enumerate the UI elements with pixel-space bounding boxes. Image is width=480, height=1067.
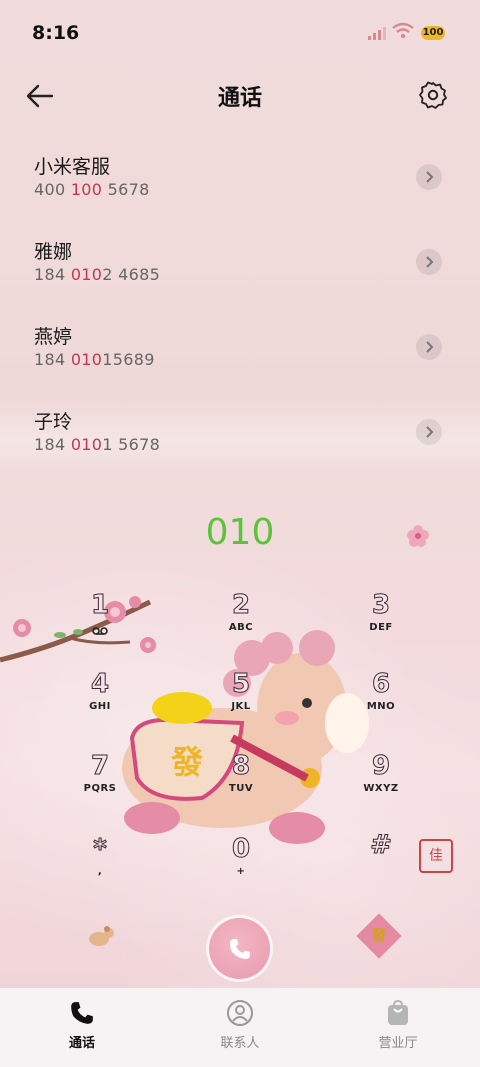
key-5[interactable]: 5 JKL [196,669,286,713]
contact-name: 燕婷 [34,326,73,348]
voicemail-icon [92,627,108,635]
contact-number: 184 01015689 [34,350,155,369]
recent-calls-list: 小米客服 400 100 5678 雅娜 184 0102 4685 燕婷 18… [0,140,480,480]
key-4[interactable]: 4 GHI [55,669,145,713]
contact-number: 184 0102 4685 [34,265,161,284]
key-6[interactable]: 6 MNO [336,669,426,713]
chevron-right-icon [426,341,434,353]
header: 通话 [0,70,480,120]
detail-button[interactable] [416,249,442,275]
key-9[interactable]: 9 WXYZ [336,751,426,795]
mini-horse-icon [89,926,114,946]
chevron-right-icon [426,171,434,183]
key-star[interactable]: *, [55,834,145,878]
contact-name: 雅娜 [34,241,73,263]
detail-button[interactable] [416,419,442,445]
page-title: 通话 [217,86,262,111]
bottom-navigation: 通话 联系人 营业厅 [0,988,480,1067]
list-item[interactable]: 子玲 184 0101 5678 [0,395,480,480]
tab-calls[interactable]: 通话 [32,998,132,1051]
tab-contacts[interactable]: 联系人 [190,998,290,1051]
signal-icon [368,26,386,40]
contact-number: 184 0101 5678 [34,435,161,454]
key-0[interactable]: 0 + [196,834,286,878]
phone-icon [71,1002,93,1024]
key-1[interactable]: 1 [55,590,145,639]
key-hash[interactable]: # [336,830,426,862]
call-button[interactable] [209,918,270,979]
list-item[interactable]: 雅娜 184 0102 4685 [0,225,480,310]
list-item[interactable]: 燕婷 184 01015689 [0,310,480,395]
status-bar: 8:16 100 [0,0,480,66]
status-time: 8:16 [32,22,80,44]
flower-icon [407,525,429,547]
contact-name: 子玲 [34,411,73,433]
key-3[interactable]: 3 DEF [336,590,426,634]
list-item[interactable]: 小米客服 400 100 5678 [0,140,480,225]
tab-label: 营业厅 [378,1036,418,1051]
key-8[interactable]: 8 TUV [196,751,286,795]
chevron-right-icon [426,426,434,438]
contact-name: 小米客服 [34,156,111,178]
wifi-icon [392,22,414,39]
plush-horse-illustration: 發 [122,630,369,844]
contact-icon [227,1000,253,1026]
tab-service-hall[interactable]: 营业厅 [348,998,448,1051]
key-2[interactable]: 2 ABC [196,590,286,634]
battery-icon: 100 [421,26,445,40]
key-7[interactable]: 7 PQRS [55,751,145,795]
phone-icon [230,939,250,959]
bag-icon [388,999,408,1025]
tab-label: 联系人 [220,1036,260,1051]
detail-button[interactable] [416,334,442,360]
chevron-right-icon [426,256,434,268]
gear-icon[interactable] [418,80,448,110]
fortune-tile-icon: 發 [356,913,402,959]
detail-button[interactable] [416,164,442,190]
tab-label: 通话 [68,1036,95,1051]
contact-number: 400 100 5678 [34,180,150,199]
